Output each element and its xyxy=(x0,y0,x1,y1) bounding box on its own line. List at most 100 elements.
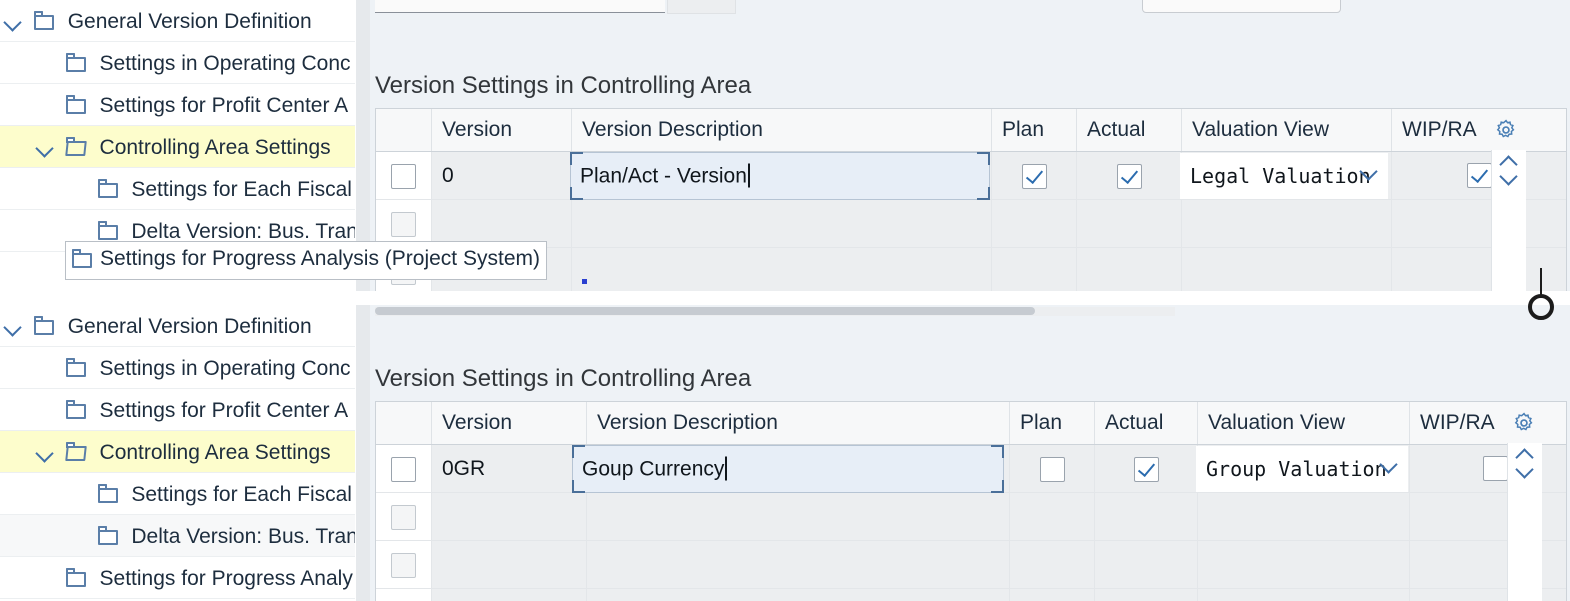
cell-version[interactable] xyxy=(431,589,586,601)
tree-item-general-version-definition[interactable]: General Version Definition xyxy=(0,305,355,347)
cell-wip-ra[interactable] xyxy=(1409,589,1566,601)
version-description-editor-top[interactable]: Plan/Act - Version xyxy=(570,152,990,200)
cell-version[interactable]: 0GR xyxy=(431,445,586,492)
cell-actual[interactable] xyxy=(1094,445,1197,492)
cell-row-select[interactable] xyxy=(376,589,431,601)
cell-wip-ra[interactable] xyxy=(1409,541,1566,588)
cell-valuation-view[interactable] xyxy=(1197,493,1409,540)
cell-valuation-view[interactable] xyxy=(1181,200,1391,247)
chevron-down-icon[interactable] xyxy=(1380,456,1398,474)
plan-checkbox[interactable] xyxy=(1022,164,1047,189)
cell-plan[interactable] xyxy=(991,152,1076,199)
valuation-view-dropdown-bottom[interactable]: Group Valuation xyxy=(1196,446,1408,492)
cell-version[interactable] xyxy=(431,493,586,540)
column-header-version-description[interactable]: Version Description xyxy=(571,109,991,151)
column-header-version[interactable]: Version xyxy=(431,109,571,151)
cell-plan[interactable] xyxy=(1009,541,1094,588)
cell-actual[interactable] xyxy=(1076,200,1181,247)
column-header-plan[interactable]: Plan xyxy=(991,109,1076,151)
tree-item-settings-in-operating-concern[interactable]: Settings in Operating Conc xyxy=(0,42,355,84)
wip-ra-checkbox[interactable] xyxy=(1483,456,1508,481)
column-header-valuation-view[interactable]: Valuation View xyxy=(1181,109,1391,151)
cell-wip-ra[interactable] xyxy=(1409,493,1566,540)
table-row-empty[interactable] xyxy=(376,541,1566,589)
column-header-valuation-view[interactable]: Valuation View xyxy=(1197,402,1409,444)
wip-ra-checkbox[interactable] xyxy=(1467,163,1492,188)
tree-item-settings-in-operating-concern[interactable]: Settings in Operating Conc xyxy=(0,347,355,389)
cell-valuation-view[interactable] xyxy=(1197,541,1409,588)
tree-expander[interactable] xyxy=(32,432,58,473)
column-header-actual[interactable]: Actual xyxy=(1076,109,1181,151)
column-header-actual[interactable]: Actual xyxy=(1094,402,1197,444)
plan-checkbox[interactable] xyxy=(1040,457,1065,482)
cell-plan[interactable] xyxy=(1009,493,1094,540)
horizontal-scrollbar[interactable] xyxy=(375,307,1035,315)
cell-version-description[interactable] xyxy=(586,541,1009,588)
actual-checkbox[interactable] xyxy=(1117,164,1142,189)
tree-expander[interactable] xyxy=(32,127,58,168)
row-select-checkbox[interactable] xyxy=(391,212,416,237)
table-row-empty[interactable] xyxy=(376,248,1566,291)
cell-row-select[interactable] xyxy=(376,200,431,247)
cell-plan[interactable] xyxy=(1009,589,1094,601)
tree-item-controlling-area-settings[interactable]: Controlling Area Settings xyxy=(0,431,355,473)
chevron-down-icon[interactable] xyxy=(1360,163,1378,181)
valuation-view-dropdown-top[interactable]: Legal Valuation xyxy=(1180,153,1388,199)
cell-row-select[interactable] xyxy=(376,445,431,492)
cell-version-description[interactable] xyxy=(586,493,1009,540)
wip-ra-checkbox-bottom[interactable] xyxy=(1483,456,1508,481)
tree-item-settings-for-profit-center[interactable]: Settings for Profit Center A xyxy=(0,84,355,126)
column-header-wip-ra[interactable]: WIP/RA xyxy=(1409,402,1566,444)
column-header-version-description[interactable]: Version Description xyxy=(586,402,1009,444)
gear-icon[interactable] xyxy=(1512,411,1536,435)
cell-actual[interactable] xyxy=(1094,493,1197,540)
row-select-checkbox[interactable] xyxy=(391,553,416,578)
cell-row-select[interactable] xyxy=(376,493,431,540)
table-vertical-scrollbar-top[interactable] xyxy=(1491,150,1526,291)
column-header-wip-ra[interactable]: WIP/RA xyxy=(1391,109,1566,151)
cell-version[interactable] xyxy=(431,541,586,588)
cell-version[interactable] xyxy=(431,200,571,247)
table-row-empty[interactable] xyxy=(376,493,1566,541)
filter-input-top[interactable]: ◯ xyxy=(375,0,665,13)
tree-item-general-version-definition[interactable]: General Version Definition xyxy=(0,0,355,42)
toolbar-button-group[interactable] xyxy=(667,0,736,14)
cell-actual[interactable] xyxy=(1076,152,1181,199)
cell-version-description[interactable] xyxy=(586,589,1009,601)
tree-expander[interactable] xyxy=(0,306,26,347)
cell-row-select[interactable] xyxy=(376,541,431,588)
toolbar-action-button[interactable]: ▬ xyxy=(1142,0,1341,13)
row-select-checkbox[interactable] xyxy=(391,457,416,482)
tree-item-controlling-area-settings[interactable]: Controlling Area Settings xyxy=(0,126,355,168)
version-description-editor-bottom[interactable]: Goup Currency xyxy=(572,445,1004,493)
table-vertical-scrollbar-bottom[interactable] xyxy=(1507,443,1542,601)
cell-version-description[interactable] xyxy=(571,200,991,247)
cell-version[interactable]: 0 xyxy=(431,152,571,199)
row-select-checkbox[interactable] xyxy=(391,164,416,189)
cell-plan[interactable] xyxy=(1009,445,1094,492)
cell-plan[interactable] xyxy=(991,200,1076,247)
cell-actual[interactable] xyxy=(1094,541,1197,588)
column-header-version[interactable]: Version xyxy=(431,402,586,444)
cell-plan[interactable] xyxy=(991,248,1076,291)
cell-actual[interactable] xyxy=(1076,248,1181,291)
cell-actual[interactable] xyxy=(1094,589,1197,601)
actual-checkbox[interactable] xyxy=(1134,457,1159,482)
cell-valuation-view[interactable] xyxy=(1181,248,1391,291)
scroll-up-arrow[interactable] xyxy=(1500,154,1518,166)
navigation-tree-bottom[interactable]: General Version Definition Settings in O… xyxy=(0,305,355,601)
gear-icon[interactable] xyxy=(1494,118,1518,142)
wip-ra-checkbox-top[interactable] xyxy=(1467,163,1492,188)
tree-item-settings-for-each-fiscal[interactable]: Settings for Each Fiscal xyxy=(0,168,355,210)
panel-splitter-bottom[interactable] xyxy=(356,305,370,601)
cell-valuation-view[interactable] xyxy=(1197,589,1409,601)
scroll-up-arrow[interactable] xyxy=(1516,447,1534,459)
scroll-down-arrow[interactable] xyxy=(1500,174,1518,186)
column-header-plan[interactable]: Plan xyxy=(1009,402,1094,444)
tree-item-settings-for-progress-analysis[interactable]: Settings for Progress Analy xyxy=(0,557,355,599)
tree-expander[interactable] xyxy=(0,1,26,42)
tree-item-settings-for-each-fiscal[interactable]: Settings for Each Fiscal xyxy=(0,473,355,515)
scroll-down-arrow[interactable] xyxy=(1516,467,1534,479)
table-row-empty[interactable] xyxy=(376,200,1566,248)
tree-item-settings-for-profit-center[interactable]: Settings for Profit Center A xyxy=(0,389,355,431)
